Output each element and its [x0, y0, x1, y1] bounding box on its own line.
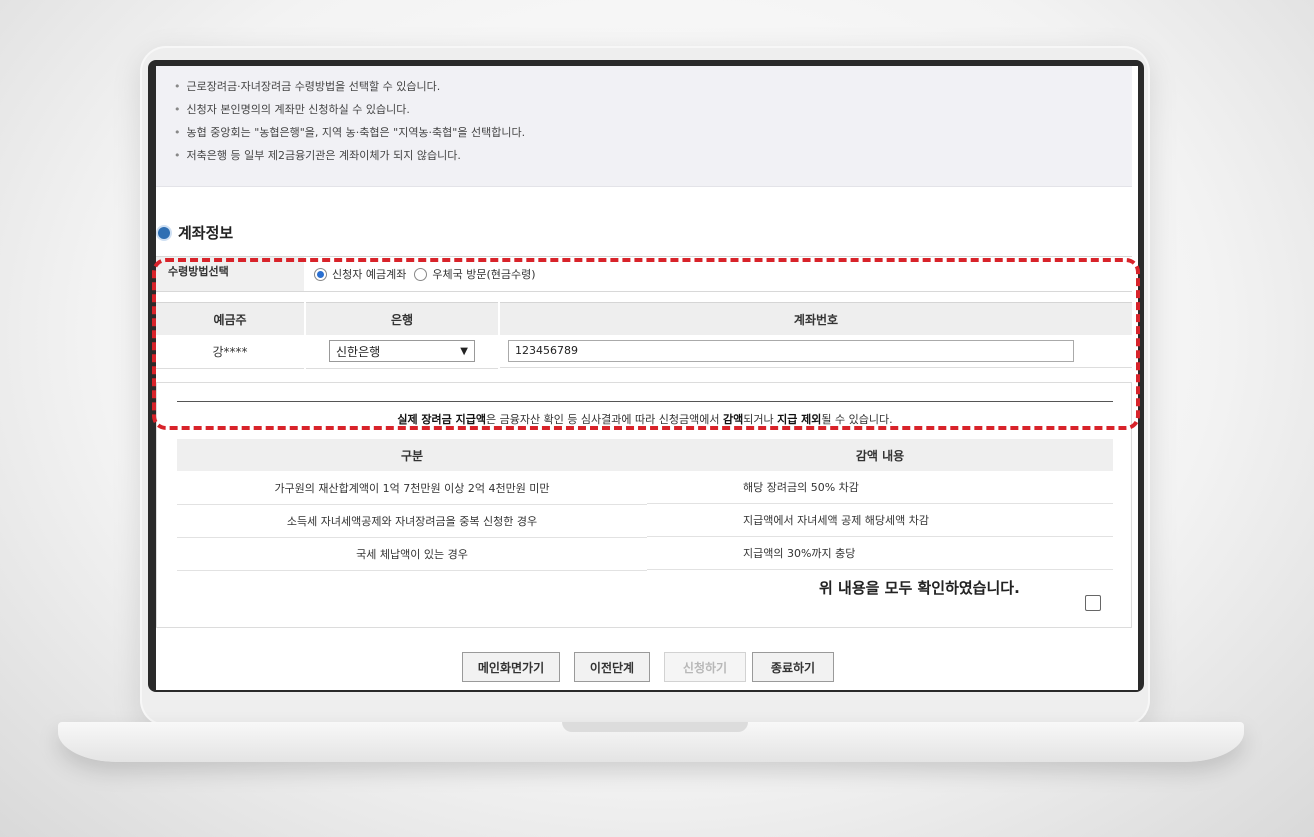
table-row-category: 소득세 자녀세액공제와 자녀장려금을 중복 신청한 경우 [177, 504, 647, 538]
divider [177, 401, 1113, 402]
account-number-input[interactable]: 123456789 [508, 339, 1074, 362]
deduction-header-content: 감액 내용 [647, 439, 1113, 471]
table-row-category: 국세 체납액이 있는 경우 [177, 537, 647, 571]
receive-method-label: 수령방법선택 [156, 257, 304, 291]
main-page-button[interactable]: 메인화면가기 [462, 652, 560, 682]
account-holder-value: 강**** [156, 334, 304, 369]
notice-item: • 농협 중앙회는 "농협은행"을, 지역 농·축협은 "지역농·축협"을 선택합… [174, 126, 526, 139]
radio-label: 신청자 예금계좌 [332, 268, 407, 281]
table-row-content: 해당 장려금의 50% 차감 [647, 471, 1113, 504]
notice-text: 되거나 [743, 413, 778, 426]
bank-cell: 신한은행 ▼ [306, 334, 498, 369]
chevron-down-icon: ▼ [460, 345, 468, 357]
account-number-cell: 123456789 [500, 334, 1132, 368]
deduction-header-category: 구분 [177, 439, 647, 471]
notice-text: 저축은행 등 일부 제2금융기관은 계좌이체가 되지 않습니다. [186, 149, 461, 162]
bank-select-value: 신한은행 [336, 344, 381, 359]
screen: • 근로장려금·자녀장려금 수령방법을 선택할 수 있습니다. • 신청자 본인명의… [156, 66, 1138, 690]
table-row-content: 지급액의 30%까지 충당 [647, 537, 1113, 570]
bank-select[interactable]: 신한은행 ▼ [329, 340, 475, 362]
table-row-content: 지급액에서 자녀세액 공제 해당세액 차감 [647, 504, 1113, 537]
receive-method-row: 수령방법선택 신청자 예금계좌 우체국 방문(현금수령) [156, 256, 1132, 292]
table-row-category: 가구원의 재산합계액이 1억 7천만원 이상 2억 4천만원 미만 [177, 471, 647, 505]
notice-bold: 실제 장려금 지급액 [397, 413, 486, 426]
notice-bold: 지급 제외 [777, 413, 822, 426]
button-bar: 메인화면가기 이전단계 신청하기 종료하기 [156, 652, 1132, 686]
radio-button-selected[interactable] [314, 267, 327, 281]
deduction-panel: 실제 장려금 지급액은 금융자산 확인 등 심사결과에 따라 신청금액에서 감액… [156, 382, 1132, 628]
radio-label: 우체국 방문(현금수령) [432, 268, 536, 281]
notice-text: 신청자 본인명의의 계좌만 신청하실 수 있습니다. [186, 103, 410, 116]
apply-button[interactable]: 신청하기 [664, 652, 746, 682]
deduction-notice: 실제 장려금 지급액은 금융자산 확인 등 심사결과에 따라 신청금액에서 감액… [157, 411, 1133, 427]
exit-button[interactable]: 종료하기 [752, 652, 834, 682]
notice-item: • 저축은행 등 일부 제2금융기관은 계좌이체가 되지 않습니다. [174, 149, 461, 162]
notice-text: 농협 중앙회는 "농협은행"을, 지역 농·축협은 "지역농·축협"을 선택합니… [186, 126, 526, 139]
section-title-text: 계좌정보 [178, 224, 234, 242]
section-title: 계좌정보 [158, 222, 233, 243]
notice-text: 될 수 있습니다. [821, 413, 893, 426]
radio-option-bank-account[interactable]: 신청자 예금계좌 [314, 266, 406, 282]
prev-step-button[interactable]: 이전단계 [574, 652, 650, 682]
radio-option-post-office[interactable]: 우체국 방문(현금수령) [414, 266, 536, 282]
confirm-label: 위 내용을 모두 확인하였습니다. [819, 579, 1020, 597]
notice-box: • 근로장려금·자녀장려금 수령방법을 선택할 수 있습니다. • 신청자 본인명의… [156, 66, 1132, 187]
notice-text: 근로장려금·자녀장려금 수령방법을 선택할 수 있습니다. [186, 80, 441, 93]
notice-item: • 신청자 본인명의의 계좌만 신청하실 수 있습니다. [174, 103, 410, 116]
radio-button[interactable] [414, 267, 428, 281]
notice-bold: 감액 [722, 413, 744, 426]
laptop-base-notch [562, 722, 748, 732]
notice-text: 은 금융자산 확인 등 심사결과에 따라 신청금액에서 [485, 413, 723, 426]
confirm-checkbox[interactable] [1085, 595, 1101, 611]
receive-method-radio-group: 신청자 예금계좌 우체국 방문(현금수령) [314, 266, 544, 282]
account-header-bank: 은행 [306, 302, 498, 335]
section-bullet-icon [158, 226, 170, 239]
account-header-holder: 예금주 [156, 302, 304, 335]
account-header-number: 계좌번호 [500, 302, 1132, 335]
notice-item: • 근로장려금·자녀장려금 수령방법을 선택할 수 있습니다. [174, 80, 441, 93]
